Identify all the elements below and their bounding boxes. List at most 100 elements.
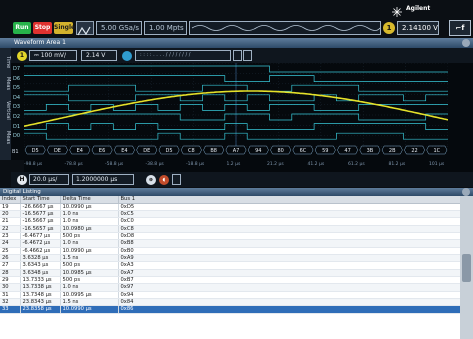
table-row[interactable]: 32 23.8343 µs 1.5 ns 0x84 [0, 298, 460, 307]
cell-delta-time: 10.0995 µs [60, 291, 119, 299]
cell-delta-time: 10.0985 µs [60, 269, 119, 277]
cell-delta-time: 1.0 ns [60, 283, 119, 292]
cell-index: 30 [0, 283, 21, 292]
table-row[interactable]: 26 3.6328 µs 1.5 ns 0xA9 [0, 254, 460, 263]
zoom-icon[interactable]: ⊕ [146, 175, 156, 185]
table-row[interactable]: 20 -16.5677 µs 1.0 ns 0xC5 [0, 210, 460, 219]
digital-threshold-strip[interactable]: : : : : . . . . / / / / / / / / [135, 50, 231, 61]
table-row[interactable]: 31 13.7348 µs 10.0995 µs 0x94 [0, 291, 460, 299]
cell-delta-time: 500 ps [60, 232, 119, 241]
timebase-icon[interactable]: H [17, 175, 27, 185]
column-header-delta-time[interactable]: Delta Time [60, 196, 119, 204]
bus-value-label: E4 [77, 148, 83, 154]
trigger-mode-button[interactable]: ⌐f [449, 20, 471, 36]
time-tick-label: 21.2 µs [267, 162, 284, 167]
trigger-source-indicator[interactable]: 1 [383, 22, 395, 34]
table-row[interactable]: 21 -16.5667 µs 1.0 ns 0xC0 [0, 217, 460, 226]
cell-delta-time: 1.5 ns [60, 254, 119, 263]
config-icon[interactable] [233, 50, 242, 61]
digital-listing-title-text: Digital Listing [3, 189, 41, 195]
delay-field[interactable]: 1.2000000 µs [72, 174, 134, 185]
cell-delta-time: 10.0990 µs [60, 203, 119, 211]
cell-bus-value: 0x86 [118, 305, 460, 314]
channel-badge[interactable]: 1 [17, 51, 27, 61]
cell-start-time: 13.7338 µs [20, 283, 61, 292]
channel-toolbar: 1 ⎓ 100 mV/ 2.14 V : : : : . . . . / / /… [11, 48, 473, 63]
time-tick-label: -98.8 µs [24, 162, 43, 167]
table-row[interactable]: 23 -6.4677 µs 500 ps 0xD8 [0, 232, 460, 241]
table-row[interactable]: 19 -26.6667 µs 10.0990 µs 0xD5 [0, 203, 460, 211]
stop-button[interactable]: Stop [33, 22, 52, 34]
bus-value-label: E4 [121, 148, 127, 154]
cell-start-time: 3.6328 µs [20, 254, 61, 263]
side-tab-time[interactable]: Time [0, 52, 11, 72]
single-button[interactable]: Single [54, 22, 75, 34]
cell-index: 21 [0, 217, 21, 226]
cell-start-time: -6.4672 µs [20, 239, 61, 248]
cell-bus-value: 0xB7 [118, 276, 460, 285]
bus-value-label: DE [54, 148, 61, 154]
channel-label: D1 [13, 123, 21, 130]
cell-bus-value: 0xA3 [118, 261, 460, 270]
cell-index: 31 [0, 291, 21, 299]
timebase-menu-icon[interactable] [172, 174, 181, 185]
cell-index: 22 [0, 225, 21, 233]
table-row[interactable]: 25 -6.4662 µs 10.0990 µs 0xB0 [0, 247, 460, 255]
menu-icon[interactable] [243, 50, 252, 61]
bus-value-label: 94 [255, 148, 261, 154]
column-header-index[interactable]: Index [0, 196, 21, 204]
bus-value-label: E6 [99, 148, 105, 154]
cell-start-time: 3.6343 µs [20, 261, 61, 270]
table-row[interactable]: 29 13.7333 µs 500 ps 0xB7 [0, 276, 460, 285]
waveform-area-title: Waveform Area 1 [0, 38, 473, 48]
cell-start-time: -16.5677 µs [20, 210, 61, 219]
trigger-level-field[interactable]: 2.14100 V [397, 21, 439, 35]
oscilloscope-screen: Agilent Run Stop Single 5.00 GSa/s 1.00 … [0, 0, 473, 339]
cell-bus-value: 0xD8 [118, 232, 460, 241]
cell-index: 19 [0, 203, 21, 211]
cell-bus-value: 0x94 [118, 291, 460, 299]
time-tick-label: -18.8 µs [186, 162, 205, 167]
column-header-bus[interactable]: Bus 1 [118, 196, 460, 204]
side-tab-meas-2[interactable]: Meas [0, 128, 11, 148]
cell-bus-value: 0xA7 [118, 269, 460, 277]
table-row[interactable]: 24 -6.4672 µs 1.0 ns 0xB8 [0, 239, 460, 248]
channel-label-column: D7 D6 D5 D4 D3 D2 D1 D0 B1 [11, 63, 24, 160]
table-row[interactable]: 28 3.6348 µs 10.0985 µs 0xA7 [0, 269, 460, 277]
cell-start-time: 3.6348 µs [20, 269, 61, 277]
scrollbar-thumb[interactable] [462, 254, 471, 282]
digital-channel-icon[interactable] [122, 51, 132, 61]
listing-scrollbar[interactable] [460, 196, 473, 339]
reference-icon[interactable]: ◖ [159, 175, 169, 185]
time-axis: -98.8 µs -78.8 µs -58.8 µs -38.8 µs -18.8 µs… [24, 160, 473, 172]
cell-index: 33 [0, 305, 21, 314]
vertical-scale-field[interactable]: ⎓ 100 mV/ [29, 50, 77, 61]
cell-delta-time: 500 ps [60, 276, 119, 285]
table-row[interactable]: 30 13.7338 µs 1.0 ns 0x97 [0, 283, 460, 292]
cell-start-time: -6.4677 µs [20, 232, 61, 241]
cell-index: 28 [0, 269, 21, 277]
autoscale-icon[interactable] [76, 21, 94, 36]
cell-start-time: 23.8343 µs [20, 298, 61, 307]
table-row[interactable]: 33 23.8358 µs 10.0990 µs 0x86 [0, 305, 460, 314]
table-row[interactable]: 27 3.6343 µs 500 ps 0xA3 [0, 261, 460, 270]
bus-value-label: C8 [188, 148, 195, 154]
offset-field[interactable]: 2.14 V [81, 50, 117, 61]
column-header-start-time[interactable]: Start Time [20, 196, 61, 204]
waveform-plot[interactable]: D5 DE E4 E6 E4 DE D5 C8 B8 A7 94 80 6C 59 47 3B 2B 22 1C [23, 62, 449, 160]
close-icon[interactable] [462, 39, 470, 47]
listing-close-icon[interactable] [462, 188, 470, 196]
channel-label: D6 [13, 75, 21, 82]
run-button[interactable]: Run [13, 22, 31, 34]
table-row[interactable]: 22 -16.5657 µs 10.0980 µs 0xC8 [0, 225, 460, 233]
cell-index: 26 [0, 254, 21, 263]
side-tab-meas[interactable]: Meas [0, 74, 11, 94]
cell-delta-time: 1.0 ns [60, 210, 119, 219]
digital-listing-table: Index Start Time Delta Time Bus 1 19 -26.… [0, 196, 460, 339]
timebase-field[interactable]: 20.0 µs/ [29, 174, 69, 185]
bus-value-label: 1C [433, 148, 440, 154]
vertical-scale-value: 100 mV/ [40, 52, 67, 59]
cell-start-time: 23.8358 µs [20, 305, 61, 314]
bus-value-label: 2B [389, 148, 396, 154]
side-tab-vertical[interactable]: Vertical [0, 96, 11, 124]
